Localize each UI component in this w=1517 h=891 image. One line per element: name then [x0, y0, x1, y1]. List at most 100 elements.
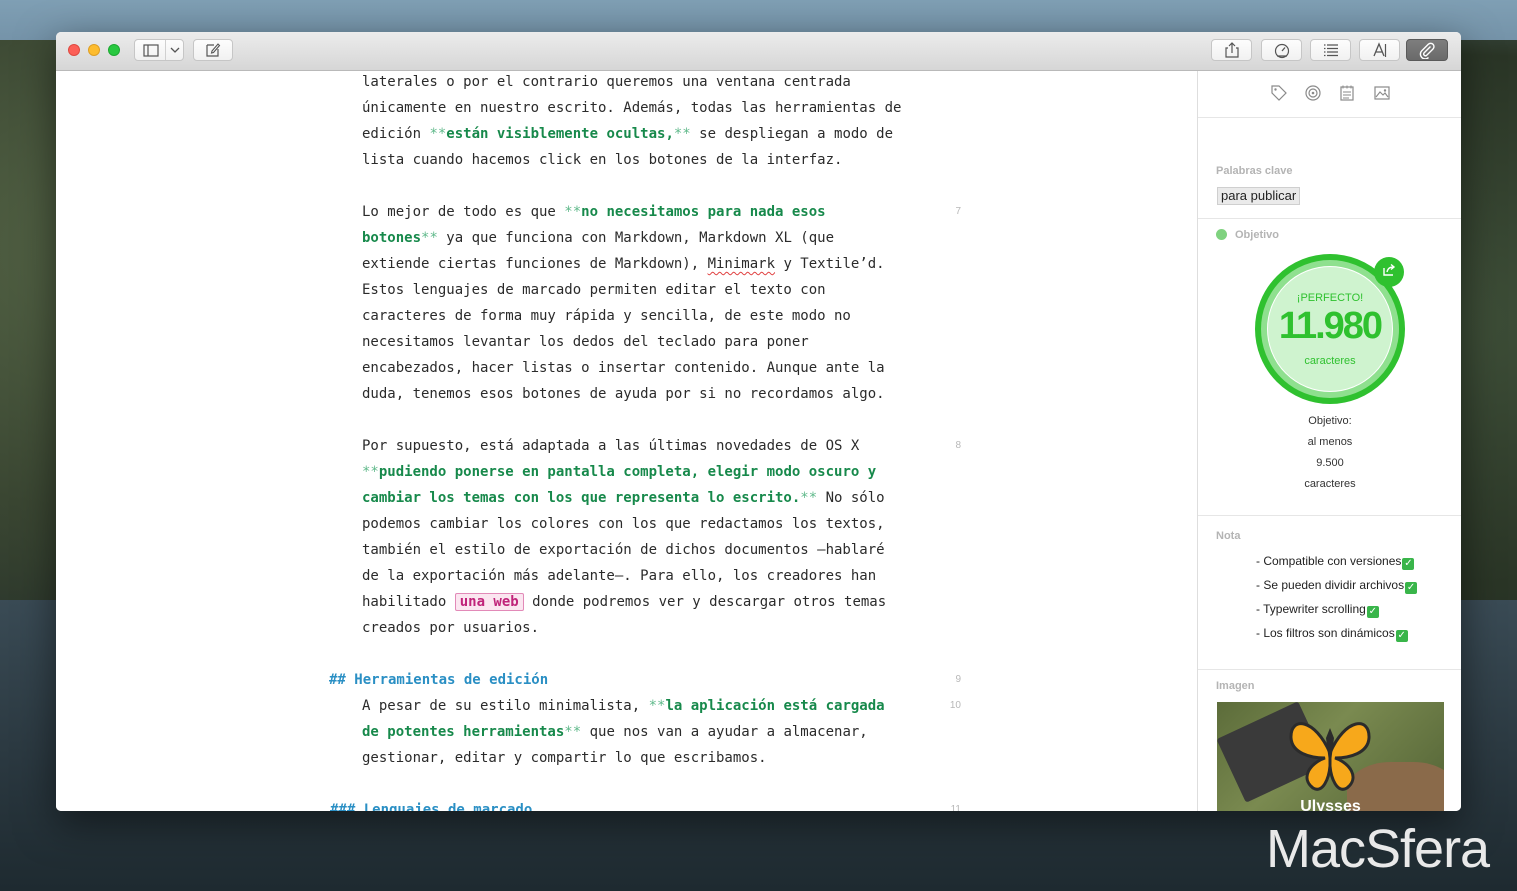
editor-line: creados por usuarios. [362, 615, 539, 641]
goal-description-line: al menos [1307, 436, 1353, 448]
note-item: - Se pueden dividir archivos ✓ [1256, 578, 1418, 594]
butterfly-logo-icon [1289, 722, 1371, 791]
heading-text: ## Herramientas de edición [329, 672, 549, 688]
list-icon [1323, 43, 1339, 57]
markup-tag: ** [362, 464, 379, 480]
image-attachment[interactable]: Ulysses [1217, 702, 1444, 811]
sidebar-toggle-button[interactable] [134, 39, 184, 61]
checkmark-icon: ✓ [1366, 606, 1379, 618]
editor-line: también el estilo de exportación de dich… [362, 537, 885, 563]
editor-line: Lo mejor de todo es que **no necesitamos… [362, 199, 826, 225]
close-window-button[interactable] [68, 44, 80, 56]
note-item-text: - Los filtros son dinámicos [1256, 626, 1395, 640]
editor-line: necesitamos levantar los dedos del tecla… [362, 329, 809, 355]
heading-text: ### Lenguajes de marcado [330, 802, 533, 811]
editor-line: caracteres de forma muy rápida y sencill… [362, 303, 851, 329]
goal-description-line: Objetivo: [1308, 415, 1352, 427]
note-item-text: - Se pueden dividir archivos [1256, 578, 1405, 592]
share-button[interactable] [1211, 39, 1252, 61]
checkmark-icon: ✓ [1402, 558, 1415, 570]
editor-line: Estos lenguajes de marcado permiten edit… [362, 277, 826, 303]
paragraph-number: 11 [950, 804, 961, 811]
title-bar [56, 32, 1461, 71]
text-run: edición [362, 126, 430, 142]
bold-text: no necesitamos para nada esos [581, 204, 826, 220]
sidebar-icon [135, 40, 166, 60]
editor-line: laterales o por el contrario queremos un… [362, 71, 851, 95]
goal-description-line: 9.500 [1316, 457, 1344, 469]
keyword-tag[interactable]: para publicar [1217, 187, 1301, 205]
inline-link[interactable]: una web [454, 593, 524, 611]
editor-line: gestionar, editar y compartir lo que esc… [362, 745, 767, 771]
text-run: necesitamos levantar los dedos del tecla… [362, 334, 809, 350]
text-cursor-icon [1371, 41, 1389, 59]
editor-area[interactable]: laterales o por el contrario queremos un… [56, 71, 1197, 811]
editor-line: **pudiendo ponerse en pantalla completa,… [362, 459, 876, 485]
editor-line: de potentes herramientas** que nos van a… [362, 719, 868, 745]
markup-button[interactable] [1359, 39, 1400, 61]
goal-status-text: ¡PERFECTO! [1296, 292, 1364, 304]
editor-heading: ## Herramientas de edición [329, 667, 548, 693]
checkmark-icon: ✓ [1395, 630, 1408, 642]
text-run: ya que funciona con Markdown, Markdown X… [437, 230, 835, 246]
paragraph-number: 8 [955, 440, 961, 451]
checkmark-icon: ✓ [1405, 582, 1418, 594]
bold-text: botones [362, 230, 422, 246]
minimize-window-button[interactable] [88, 44, 100, 56]
note-item-text: - Compatible con versiones [1256, 554, 1402, 568]
zoom-window-button[interactable] [108, 44, 120, 56]
markup-tag: ** [564, 724, 582, 740]
text-run: extiende ciertas funciones de Markdown), [362, 256, 708, 272]
attachments-button[interactable] [1406, 39, 1448, 61]
attachment-type-bar [1198, 71, 1461, 118]
misspelled-word: Minimark [707, 256, 776, 272]
text-run: A pesar de su estilo minimalista, [362, 698, 649, 714]
paperclip-icon [1418, 41, 1436, 59]
section-divider [1198, 669, 1461, 670]
text-run: encabezados, hacer listas o insertar con… [362, 360, 885, 376]
share-icon [1224, 41, 1240, 59]
target-icon[interactable] [1304, 84, 1322, 102]
editor-line: A pesar de su estilo minimalista, **la a… [362, 693, 885, 719]
app-window: laterales o por el contrario queremos un… [56, 32, 1461, 811]
text-run: lista cuando hacemos click en los botone… [362, 152, 843, 168]
editor-line: Por supuesto, está adaptada a las última… [362, 433, 859, 459]
editor-line: únicamente en nuestro escrito. Además, t… [362, 95, 901, 121]
editor-heading: ### Lenguajes de marcado [330, 797, 532, 811]
markup-tag: ** [564, 204, 582, 220]
new-sheet-button[interactable] [193, 39, 233, 61]
bold-text: de potentes herramientas [362, 724, 565, 740]
text-run: Por supuesto, está adaptada a las última… [362, 438, 860, 454]
goal-label: Objetivo [1235, 229, 1280, 241]
speedometer-icon [1273, 41, 1291, 59]
goal-description-line: caracteres [1304, 478, 1356, 490]
note-item: - Compatible con versiones ✓ [1256, 554, 1415, 570]
export-icon [1382, 263, 1396, 282]
tag-icon[interactable] [1270, 84, 1288, 102]
bold-text: la aplicación está cargada [665, 698, 885, 714]
image-icon[interactable] [1373, 84, 1391, 102]
note-item: - Los filtros son dinámicos ✓ [1256, 626, 1408, 642]
bold-text: cambiar los temas con los que representa… [362, 490, 801, 506]
text-run: caracteres de forma muy rápida y sencill… [362, 308, 851, 324]
markup-tag: ** [421, 230, 438, 246]
paragraph-number: 7 [955, 206, 961, 217]
editor-line: botones** ya que funciona con Markdown, … [362, 225, 834, 251]
outline-button[interactable] [1310, 39, 1351, 61]
watermark-logo: MacSfera [1266, 819, 1490, 879]
editor-line: duda, tenemos esos botones de ayuda por … [362, 381, 885, 407]
image-caption: Ulysses [1300, 798, 1361, 811]
paragraph-number: 10 [949, 700, 961, 711]
note-icon[interactable] [1338, 84, 1356, 102]
statistics-button[interactable] [1261, 39, 1302, 61]
note-label: Nota [1216, 530, 1241, 542]
share-goal-button[interactable] [1374, 257, 1404, 287]
compose-icon [204, 41, 222, 59]
goal-status-dot [1216, 229, 1227, 240]
goal-count: 11.980 [1278, 305, 1383, 347]
paragraph-number: 9 [955, 674, 961, 685]
chevron-down-icon [166, 40, 184, 60]
bold-text: pudiendo ponerse en pantalla completa, e… [378, 464, 877, 480]
markup-tag: ** [800, 490, 818, 506]
editor-line: habilitado una web donde podremos ver y … [362, 589, 886, 615]
